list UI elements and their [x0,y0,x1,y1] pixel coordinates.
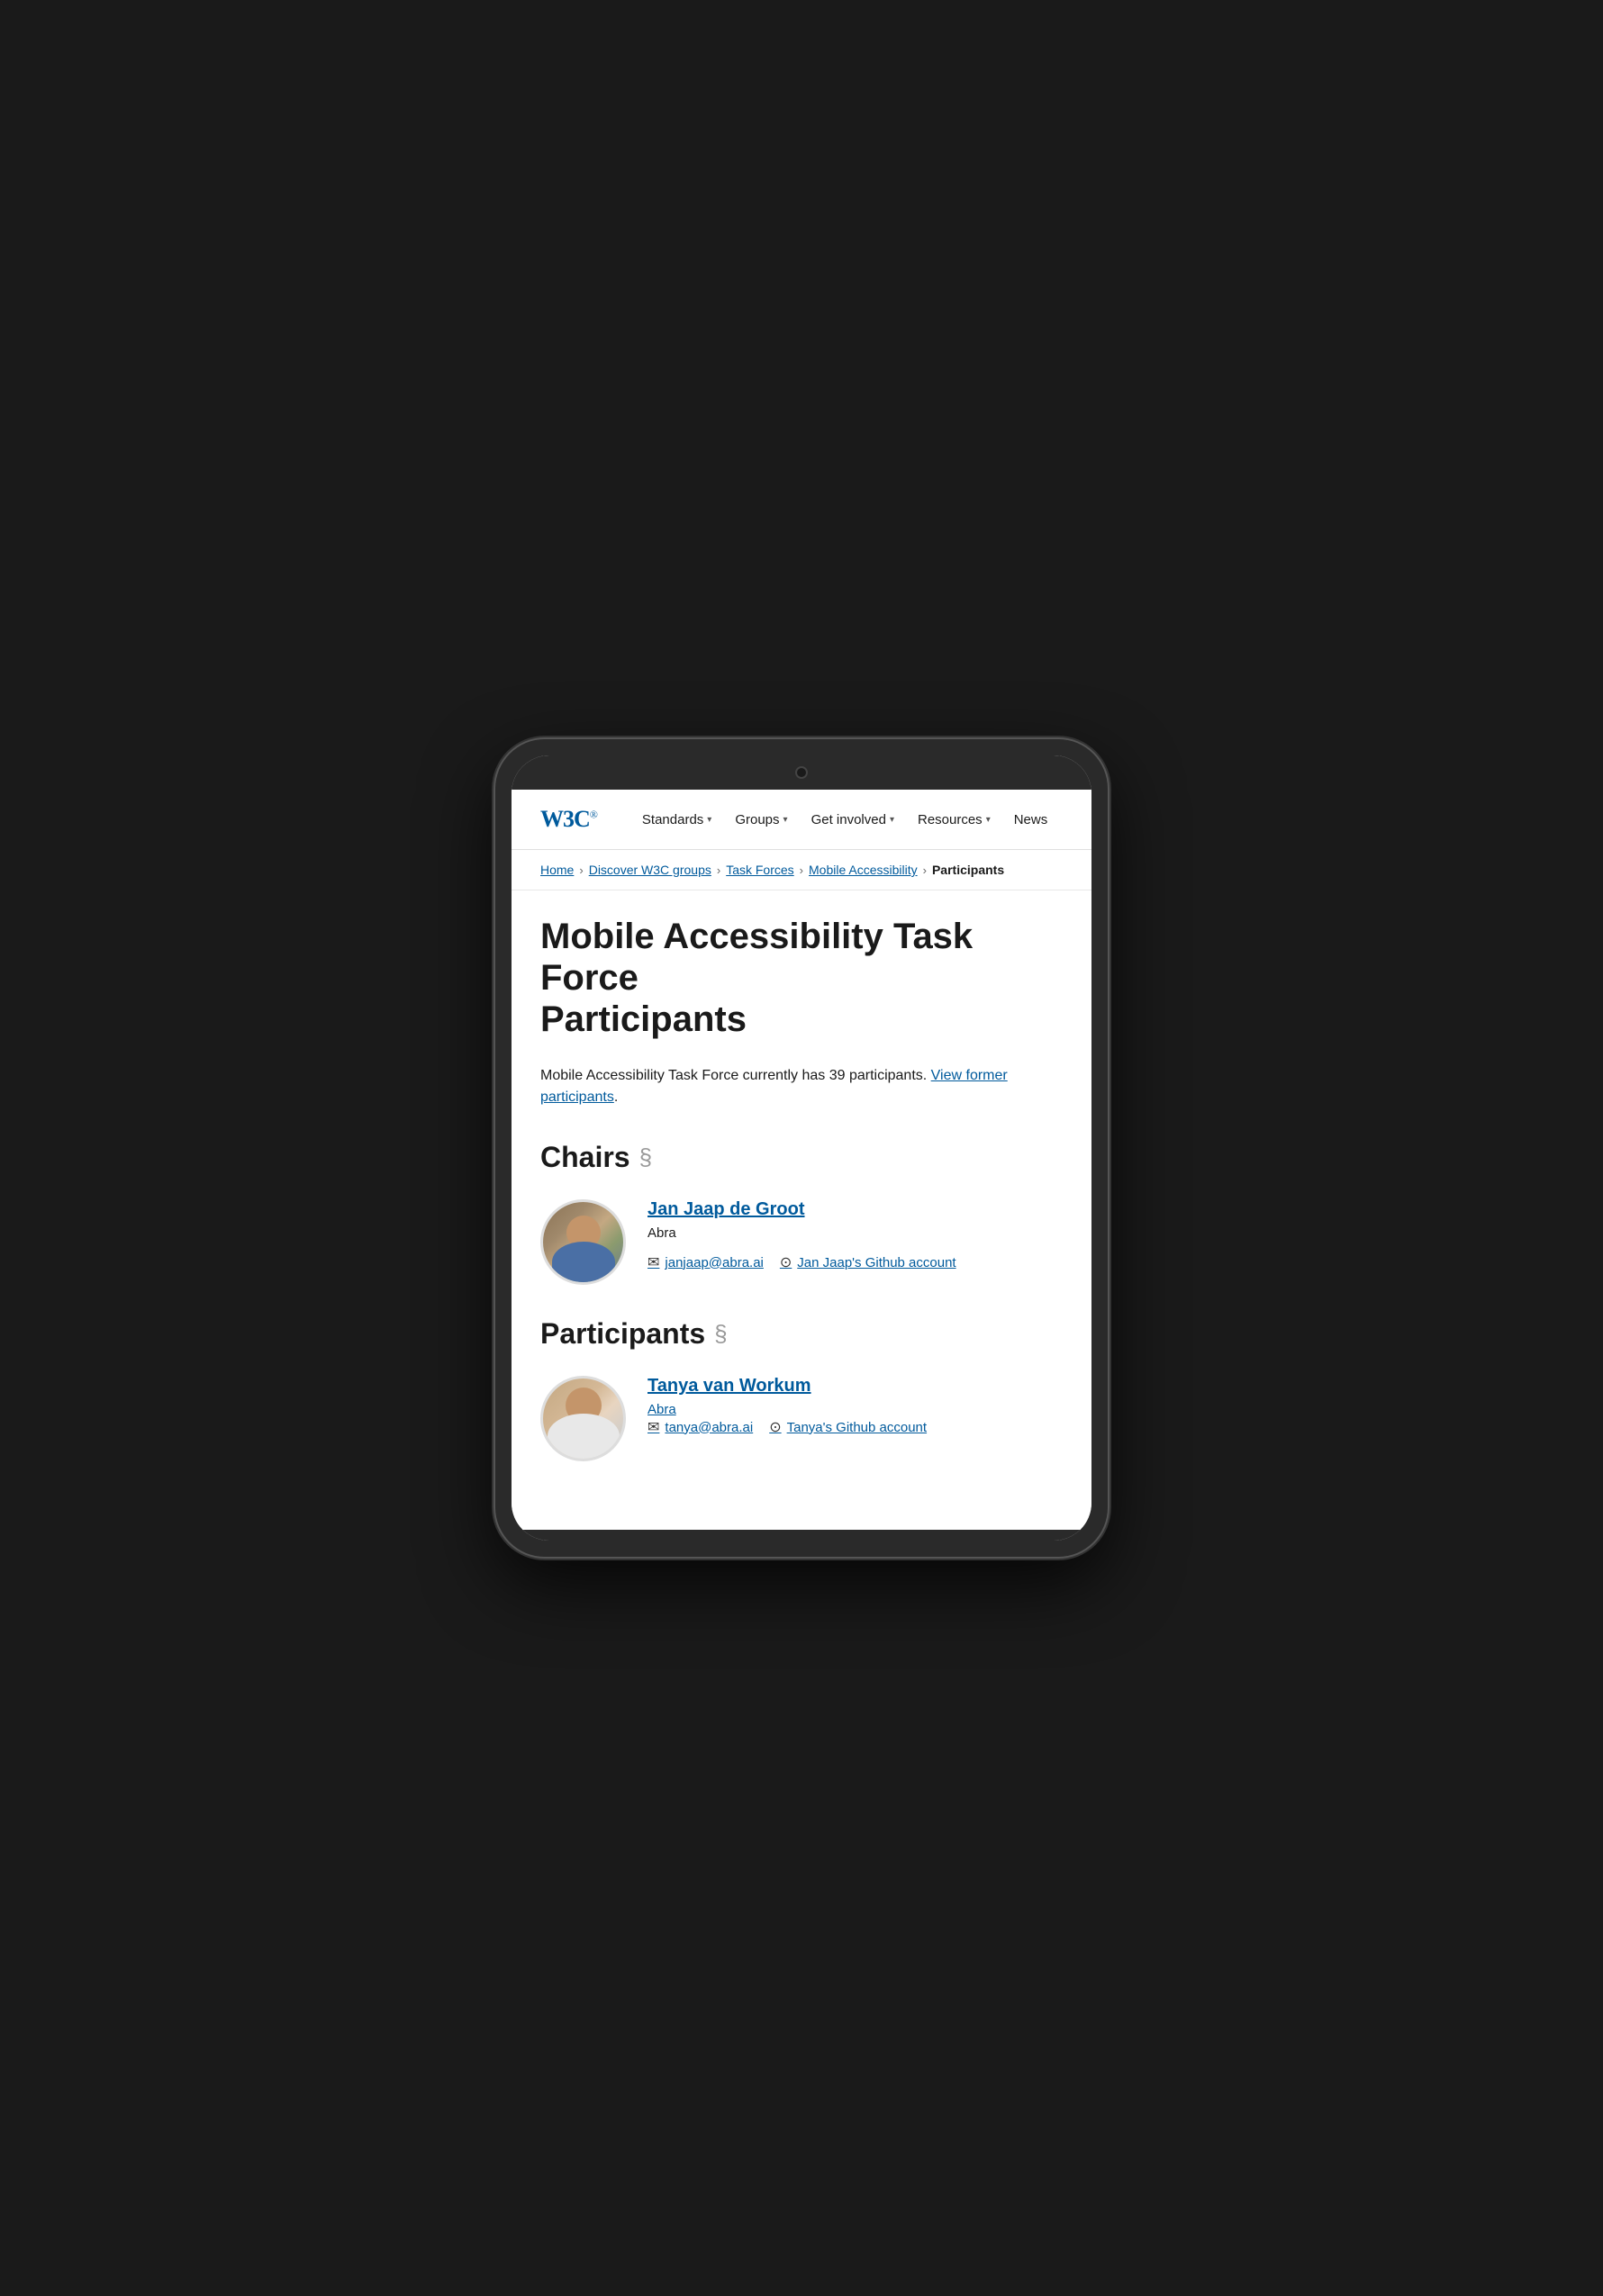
page-content: W3C® Standards ▾ Groups ▾ Get involved ▾ [512,790,1091,1530]
nav-groups[interactable]: Groups ▾ [726,807,796,833]
get-involved-chevron-icon: ▾ [890,815,894,825]
email-link-tanya[interactable]: ✉ tanya@abra.ai [648,1418,753,1436]
breadcrumb-sep-4: › [923,863,927,877]
groups-chevron-icon: ▾ [783,815,788,825]
avatar-tanya [540,1376,626,1461]
w3c-logo[interactable]: W3C® [540,806,597,833]
page-title: Mobile Accessibility Task Force Particip… [540,916,1063,1040]
breadcrumb-home[interactable]: Home [540,863,574,877]
breadcrumb-sep-1: › [579,863,583,877]
resources-chevron-icon: ▾ [986,815,991,825]
nav-news[interactable]: News [1005,807,1057,833]
avatar-tanya-image [543,1379,623,1459]
avatar-jan [540,1199,626,1285]
person-org-tanya[interactable]: Abra [648,1402,676,1417]
device-top-bar [512,755,1091,790]
email-link-jan[interactable]: ✉ janjaap@abra.ai [648,1253,764,1271]
github-link-jan[interactable]: ⊙ Jan Jaap's Github account [780,1253,956,1271]
chairs-section-symbol[interactable]: § [639,1143,652,1171]
github-link-tanya[interactable]: ⊙ Tanya's Github account [769,1418,927,1436]
nav-resources[interactable]: Resources ▾ [909,807,1000,833]
person-card-tanya: Tanya van Workum Abra ✉ tanya@abra.ai ⊙ … [540,1376,1063,1461]
person-name-tanya[interactable]: Tanya van Workum [648,1376,1063,1397]
email-icon-tanya: ✉ [648,1418,659,1436]
participants-section: Participants § Tanya van Workum Abra [540,1317,1063,1461]
participant-count-text: Mobile Accessibility Task Force currentl… [540,1065,1063,1108]
person-card-jan: Jan Jaap de Groot Abra ✉ janjaap@abra.ai… [540,1199,1063,1285]
person-contacts-jan: ✉ janjaap@abra.ai ⊙ Jan Jaap's Github ac… [648,1253,1063,1271]
github-icon-tanya: ⊙ [769,1418,781,1436]
w3c-logo-reg: ® [590,808,597,820]
breadcrumb-mobile-accessibility[interactable]: Mobile Accessibility [809,863,918,877]
breadcrumb-sep-3: › [800,863,803,877]
avatar-jan-image [543,1202,623,1282]
camera [795,766,808,779]
participants-section-symbol[interactable]: § [714,1320,727,1348]
nav-standards[interactable]: Standards ▾ [633,807,720,833]
device-bottom-bar [512,1530,1091,1541]
email-icon-jan: ✉ [648,1253,659,1271]
chairs-heading: Chairs § [540,1141,1063,1174]
person-name-jan[interactable]: Jan Jaap de Groot [648,1199,1063,1220]
navigation: W3C® Standards ▾ Groups ▾ Get involved ▾ [512,790,1091,850]
nav-get-involved[interactable]: Get involved ▾ [802,807,903,833]
breadcrumb: Home › Discover W3C groups › Task Forces… [512,850,1091,890]
standards-chevron-icon: ▾ [707,815,711,825]
github-icon-jan: ⊙ [780,1253,792,1271]
device-inner: W3C® Standards ▾ Groups ▾ Get involved ▾ [512,755,1091,1541]
participants-heading: Participants § [540,1317,1063,1351]
breadcrumb-sep-2: › [717,863,720,877]
nav-items: Standards ▾ Groups ▾ Get involved ▾ Reso… [633,807,1056,833]
person-info-tanya: Tanya van Workum Abra ✉ tanya@abra.ai ⊙ … [648,1376,1063,1436]
chairs-section: Chairs § Jan Jaap de Groot Abra [540,1141,1063,1285]
w3c-logo-text: W3C® [540,806,597,833]
main-content: Mobile Accessibility Task Force Particip… [512,890,1091,1530]
breadcrumb-current: Participants [932,863,1004,877]
device-frame: W3C® Standards ▾ Groups ▾ Get involved ▾ [495,739,1108,1557]
person-contacts-tanya: ✉ tanya@abra.ai ⊙ Tanya's Github account [648,1418,1063,1436]
breadcrumb-task-forces[interactable]: Task Forces [726,863,793,877]
breadcrumb-discover[interactable]: Discover W3C groups [589,863,711,877]
person-org-jan: Abra [648,1225,1063,1241]
person-info-jan: Jan Jaap de Groot Abra ✉ janjaap@abra.ai… [648,1199,1063,1271]
